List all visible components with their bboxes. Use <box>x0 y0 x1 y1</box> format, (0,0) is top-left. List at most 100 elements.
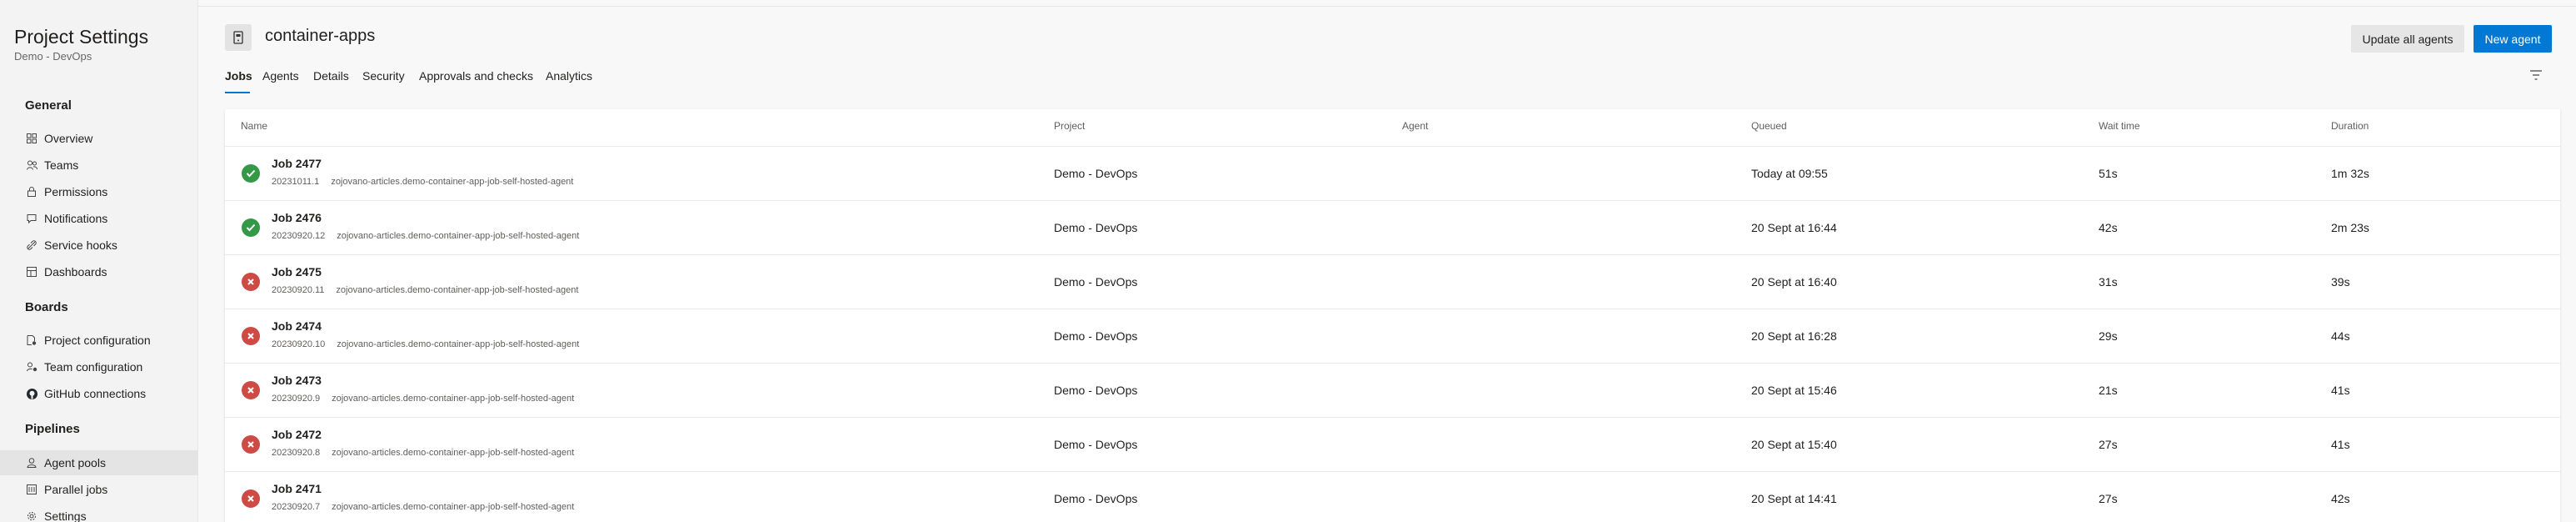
success-icon <box>242 218 260 237</box>
sidebar-item-label: Project configuration <box>44 334 151 347</box>
column-header-name[interactable]: Name <box>241 120 267 132</box>
app: Project Settings Demo - DevOps General O… <box>0 0 2576 522</box>
gear-icon <box>26 510 37 522</box>
sidebar-subtitle: Demo - DevOps <box>14 50 92 63</box>
queued-cell: 20 Sept at 16:28 <box>1751 329 1837 343</box>
column-header-wait-time[interactable]: Wait time <box>2099 120 2140 132</box>
duration-cell: 1m 32s <box>2331 167 2369 180</box>
lock-icon <box>26 186 37 198</box>
grid-icon <box>26 133 37 144</box>
column-header-duration[interactable]: Duration <box>2331 120 2369 132</box>
new-agent-button[interactable]: New agent <box>2474 25 2552 53</box>
failed-icon <box>242 435 260 454</box>
column-header-queued[interactable]: Queued <box>1751 120 1787 132</box>
job-name[interactable]: Job 2474 <box>272 319 322 333</box>
table-row[interactable]: Job 2473 20230920.9 zojovano-articles.dem… <box>225 364 2560 418</box>
table-row[interactable]: Job 2476 20230920.12 zojovano-articles.de… <box>225 201 2560 255</box>
job-name[interactable]: Job 2477 <box>272 157 322 170</box>
chat-icon <box>26 213 37 224</box>
queued-cell: 20 Sept at 16:40 <box>1751 275 1837 289</box>
project-cell: Demo - DevOps <box>1054 492 1138 505</box>
sidebar-item-overview[interactable]: Overview <box>0 126 198 151</box>
queued-cell: Today at 09:55 <box>1751 167 1828 180</box>
job-name[interactable]: Job 2476 <box>272 211 322 224</box>
update-all-agents-button[interactable]: Update all agents <box>2351 25 2464 53</box>
sidebar-item-settings[interactable]: Settings <box>0 504 198 522</box>
sidebar-item-label: Dashboards <box>44 265 107 279</box>
queued-cell: 20 Sept at 15:40 <box>1751 438 1837 451</box>
job-subtitle: 20230920.12 zojovano-articles.demo-contai… <box>272 231 579 241</box>
sidebar-item-dashboards[interactable]: Dashboards <box>0 259 198 284</box>
sidebar-item-github-connections[interactable]: GitHub connections <box>0 381 198 406</box>
build-number: 20230920.10 <box>272 339 326 349</box>
dashboard-icon <box>26 266 37 278</box>
filter-icon[interactable] <box>2529 68 2544 83</box>
duration-cell: 39s <box>2331 275 2350 289</box>
people-icon <box>26 159 37 171</box>
github-icon <box>26 388 37 399</box>
sidebar-item-permissions[interactable]: Permissions <box>0 179 198 204</box>
sidebar-item-agent-pools[interactable]: Agent pools <box>0 450 198 475</box>
sidebar-item-parallel-jobs[interactable]: Parallel jobs <box>0 477 198 502</box>
sidebar-item-label: Team configuration <box>44 360 143 374</box>
project-cell: Demo - DevOps <box>1054 329 1138 343</box>
duration-cell: 2m 23s <box>2331 221 2369 234</box>
agent-icon <box>26 457 37 469</box>
repository-name: zojovano-articles.demo-container-app-job… <box>337 339 580 349</box>
column-header-project[interactable]: Project <box>1054 120 1085 132</box>
tab-details[interactable]: Details <box>313 69 349 83</box>
tab-security[interactable]: Security <box>362 69 405 83</box>
project-cell: Demo - DevOps <box>1054 438 1138 451</box>
wait-time-cell: 51s <box>2099 167 2118 180</box>
table-row[interactable]: Job 2475 20230920.11 zojovano-articles.de… <box>225 255 2560 309</box>
page-title: container-apps <box>265 27 376 45</box>
project-cell: Demo - DevOps <box>1054 275 1138 289</box>
sidebar-item-project-configuration[interactable]: Project configuration <box>0 328 198 353</box>
tab-analytics[interactable]: Analytics <box>546 69 592 83</box>
failed-icon <box>242 489 260 508</box>
table-row[interactable]: Job 2472 20230920.8 zojovano-articles.dem… <box>225 418 2560 472</box>
sidebar-item-service-hooks[interactable]: Service hooks <box>0 233 198 258</box>
sidebar-item-label: Overview <box>44 132 93 145</box>
project-cell: Demo - DevOps <box>1054 167 1138 180</box>
failed-icon <box>242 381 260 399</box>
repository-name: zojovano-articles.demo-container-app-job… <box>336 285 579 295</box>
job-subtitle: 20230920.11 zojovano-articles.demo-contai… <box>272 285 578 295</box>
build-number: 20230920.9 <box>272 394 321 404</box>
table-row[interactable]: Job 2471 20230920.7 zojovano-articles.dem… <box>225 472 2560 522</box>
job-name[interactable]: Job 2475 <box>272 265 322 279</box>
agent-pool-icon <box>225 24 252 51</box>
duration-cell: 41s <box>2331 438 2350 451</box>
queued-cell: 20 Sept at 14:41 <box>1751 492 1837 505</box>
job-name[interactable]: Job 2472 <box>272 428 322 441</box>
section-boards: Boards <box>25 300 68 314</box>
project-cell: Demo - DevOps <box>1054 384 1138 397</box>
job-name[interactable]: Job 2473 <box>272 374 322 387</box>
build-number: 20230920.11 <box>272 285 325 295</box>
failed-icon <box>242 273 260 291</box>
sidebar-item-label: Settings <box>44 509 87 522</box>
project-cell: Demo - DevOps <box>1054 221 1138 234</box>
sidebar-item-notifications[interactable]: Notifications <box>0 206 198 231</box>
sidebar-title: Project Settings <box>14 26 149 48</box>
sidebar-item-label: Service hooks <box>44 238 117 252</box>
build-number: 20230920.8 <box>272 448 321 458</box>
tab-approvals-and-checks[interactable]: Approvals and checks <box>419 69 533 83</box>
tab-jobs[interactable]: Jobs <box>225 69 252 83</box>
duration-cell: 42s <box>2331 492 2350 505</box>
duration-cell: 41s <box>2331 384 2350 397</box>
table-row[interactable]: Job 2477 20231011.1 zojovano-articles.dem… <box>225 147 2560 201</box>
repository-name: zojovano-articles.demo-container-app-job… <box>332 394 575 404</box>
build-number: 20231011.1 <box>272 177 320 187</box>
job-name[interactable]: Job 2471 <box>272 482 322 495</box>
job-subtitle: 20230920.7 zojovano-articles.demo-contain… <box>272 502 574 512</box>
section-general: General <box>25 98 72 113</box>
repository-name: zojovano-articles.demo-container-app-job… <box>331 177 574 187</box>
column-header-agent[interactable]: Agent <box>1402 120 1428 132</box>
sidebar-item-teams[interactable]: Teams <box>0 153 198 178</box>
sidebar-item-team-configuration[interactable]: Team configuration <box>0 354 198 379</box>
table-row[interactable]: Job 2474 20230920.10 zojovano-articles.de… <box>225 309 2560 364</box>
repository-name: zojovano-articles.demo-container-app-job… <box>332 448 575 458</box>
link-icon <box>26 239 37 251</box>
tab-agents[interactable]: Agents <box>262 69 299 83</box>
